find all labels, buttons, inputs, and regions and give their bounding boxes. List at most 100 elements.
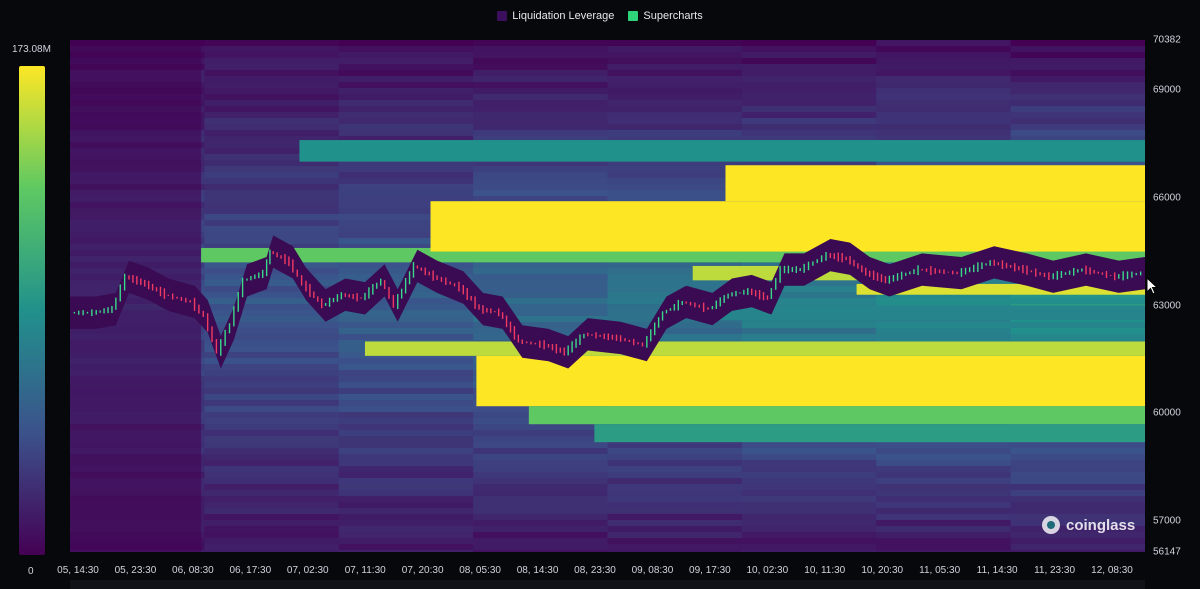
heatmap-cell — [473, 58, 609, 64]
colorbar — [19, 66, 45, 555]
heatmap-cell — [204, 226, 340, 232]
heatmap-cell — [876, 298, 1012, 304]
heatmap-cell — [876, 514, 1012, 520]
heatmap-cell — [1010, 76, 1145, 82]
legend-item-supercharts[interactable]: Supercharts — [628, 10, 703, 22]
heatmap-cell — [876, 322, 1012, 328]
heatmap-cell — [741, 76, 878, 82]
heatmap-cell — [204, 370, 340, 376]
heatmap-cell — [338, 532, 475, 538]
heatmap-cell — [338, 478, 475, 484]
liquidation-band[interactable] — [476, 355, 1145, 407]
heatmap-cell — [338, 526, 475, 532]
heatmap-cell — [338, 262, 475, 268]
heatmap-cell — [338, 82, 475, 88]
heatmap-cell — [473, 460, 609, 466]
heatmap-cell — [741, 118, 878, 124]
heatmap-cell — [1010, 58, 1145, 64]
heatmap-cell — [204, 514, 340, 520]
heatmap-cell — [741, 322, 878, 328]
heatmap-cell — [338, 106, 475, 112]
heatmap-cell — [473, 466, 609, 472]
y-tick-label: 63000 — [1153, 300, 1181, 311]
heatmap-cell — [473, 70, 609, 76]
heatmap-cell — [204, 478, 340, 484]
heatmap-cell — [876, 466, 1012, 472]
heatmap-cell — [338, 196, 475, 202]
heatmap-cell — [473, 520, 609, 526]
heatmap-cell — [1010, 100, 1145, 106]
heatmap-cell — [204, 124, 340, 130]
heatmap-cell — [204, 166, 340, 172]
heatmap-cell — [204, 46, 340, 52]
heatmap-cell — [741, 40, 878, 46]
heatmap-cell — [607, 88, 743, 94]
heatmap-cell — [338, 172, 475, 178]
liquidation-band[interactable] — [364, 341, 1145, 356]
heatmap-cell — [741, 70, 878, 76]
x-tick-label: 10, 02:30 — [746, 565, 789, 576]
heatmap-plot-area[interactable] — [70, 40, 1145, 552]
heatmap-cell — [473, 472, 609, 478]
heatmap-cell — [876, 520, 1012, 526]
heatmap-cell — [338, 40, 475, 46]
heatmap-cell — [473, 502, 609, 508]
heatmap-cell — [204, 202, 340, 208]
heatmap-cell — [338, 520, 475, 526]
liquidation-band[interactable] — [594, 424, 1145, 443]
heatmap-cell — [473, 178, 609, 184]
heatmap-cell — [473, 100, 609, 106]
heatmap-cell — [473, 526, 609, 532]
heatmap-cell — [473, 118, 609, 124]
x-tick-label: 05, 14:30 — [57, 565, 99, 576]
heatmap-cell — [876, 106, 1012, 112]
heatmap-cell — [741, 514, 878, 520]
heatmap-cell — [204, 196, 340, 202]
heatmap-cell — [607, 130, 743, 136]
heatmap-cell — [876, 532, 1012, 538]
heatmap-cell — [741, 490, 878, 496]
x-tick-label: 07, 20:30 — [401, 565, 444, 576]
heatmap-cell — [876, 118, 1012, 124]
heatmap-cell — [338, 490, 475, 496]
heatmap-cell — [741, 100, 878, 106]
liquidation-band[interactable] — [299, 140, 1145, 162]
heatmap-cell — [204, 40, 340, 46]
legend-item-liquidation-leverage[interactable]: Liquidation Leverage — [497, 10, 614, 22]
y-tick-label: 60000 — [1153, 407, 1181, 419]
heatmap-cell — [338, 376, 475, 382]
heatmap-cell — [338, 124, 475, 130]
heatmap-cell — [607, 442, 743, 448]
heatmap-cell — [607, 472, 743, 478]
x-tick-label: 09, 17:30 — [689, 565, 731, 576]
heatmap-cell — [876, 88, 1012, 94]
heatmap-cell — [1010, 88, 1145, 94]
heatmap-cell — [876, 40, 1012, 46]
heatmap-cell — [1010, 538, 1145, 544]
liquidation-band[interactable] — [430, 201, 1145, 252]
heatmap-cell — [1010, 124, 1145, 130]
liquidation-band[interactable] — [725, 165, 1145, 202]
heatmap-cell — [473, 424, 609, 430]
heatmap-cell — [1010, 94, 1145, 100]
x-tick-label: 08, 05:30 — [459, 565, 501, 576]
heatmap-cell — [204, 232, 340, 238]
heatmap-cell — [204, 100, 340, 106]
heatmap-cell — [204, 316, 340, 322]
heatmap-cell — [607, 178, 743, 184]
heatmap-cell — [338, 184, 475, 190]
heatmap-cell — [1010, 322, 1145, 328]
heatmap-cell — [473, 496, 609, 502]
heatmap-cell — [876, 52, 1012, 58]
heatmap-cell — [741, 550, 878, 552]
heatmap-cell — [876, 442, 1012, 448]
heatmap-cell — [1010, 544, 1145, 550]
heatmap-cell — [204, 454, 340, 460]
liquidation-band[interactable] — [528, 406, 1145, 425]
heatmap-cell — [204, 94, 340, 100]
heatmap-cell — [204, 382, 340, 388]
x-tick-label: 11, 23:30 — [1034, 565, 1076, 576]
heatmap-cell — [1010, 52, 1145, 58]
heatmap-cell — [876, 550, 1012, 552]
heatmap-cell — [473, 52, 609, 58]
